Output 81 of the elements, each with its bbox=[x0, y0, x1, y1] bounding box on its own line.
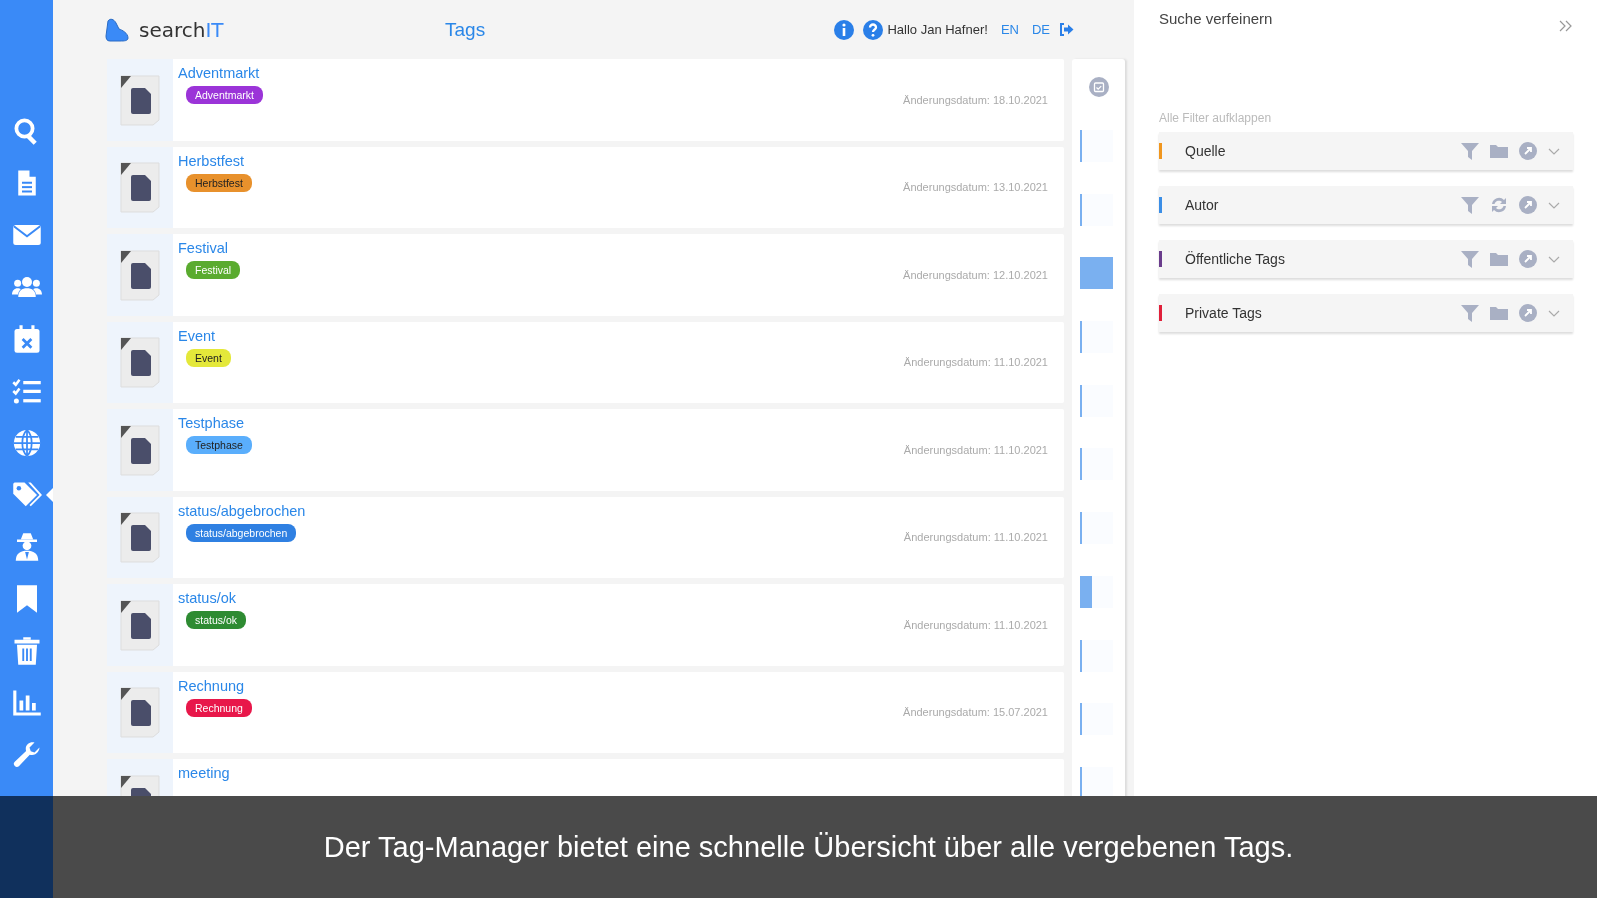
logout-icon[interactable] bbox=[1059, 23, 1074, 36]
tag-label[interactable]: Event bbox=[186, 348, 231, 367]
document-title[interactable]: Festival bbox=[178, 240, 228, 256]
tag-label[interactable]: Adventmarkt bbox=[186, 86, 263, 104]
open-link-icon[interactable] bbox=[1518, 249, 1538, 269]
filter-label: Private Tags bbox=[1185, 305, 1263, 321]
document-title[interactable]: Testphase bbox=[178, 415, 245, 431]
open-link-icon[interactable] bbox=[1518, 195, 1538, 215]
chevron-down-icon[interactable] bbox=[1547, 254, 1561, 264]
funnel-icon[interactable] bbox=[1460, 303, 1480, 323]
chart-icon bbox=[11, 688, 42, 718]
tag-label[interactable]: status/abgebrochen bbox=[186, 523, 297, 542]
panel-title: Suche verfeinern bbox=[1159, 10, 1273, 27]
document-title[interactable]: Herbstfest bbox=[178, 152, 245, 169]
modified-date: Änderungsdatum: 18.10.2021 bbox=[903, 93, 1049, 106]
document-title[interactable]: Rechnung bbox=[178, 677, 245, 694]
language-link[interactable]: DE bbox=[1031, 22, 1050, 37]
document-card[interactable]: status/ok status/ok Änderungsdatum: 11.10.2021 bbox=[107, 584, 1064, 666]
document-title[interactable]: meeting bbox=[178, 765, 230, 781]
info-icon[interactable] bbox=[834, 19, 855, 40]
tag-label[interactable]: Festival bbox=[186, 261, 241, 279]
modified-date: Änderungsdatum: 11.10.2021 bbox=[903, 618, 1049, 631]
list-icon bbox=[11, 376, 42, 406]
file-icon bbox=[117, 73, 163, 126]
funnel-icon[interactable] bbox=[1460, 141, 1480, 161]
funnel-icon[interactable] bbox=[1460, 249, 1480, 269]
logo-icon bbox=[105, 17, 131, 42]
document-card[interactable]: meeting bbox=[107, 759, 1064, 796]
document-card[interactable]: Event Event Änderungsdatum: 11.10.2021 bbox=[107, 321, 1064, 403]
document-card[interactable]: Adventmarkt Adventmarkt Änderungsdatum: 18.10.2021 bbox=[107, 59, 1064, 141]
filter-section[interactable]: Autor bbox=[1159, 186, 1573, 224]
tag-label[interactable]: Herbstfest bbox=[186, 173, 252, 192]
globe-icon bbox=[11, 428, 42, 458]
file-icon bbox=[117, 161, 163, 214]
file-icon bbox=[117, 336, 163, 389]
chevron-down-icon[interactable] bbox=[1547, 200, 1561, 210]
modified-date: Änderungsdatum: 11.10.2021 bbox=[903, 356, 1049, 369]
open-link-icon[interactable] bbox=[1518, 141, 1538, 161]
funnel-icon[interactable] bbox=[1460, 195, 1480, 215]
filter-label: Autor bbox=[1185, 197, 1220, 213]
filter-section[interactable]: Quelle bbox=[1159, 132, 1573, 170]
calendar-icon[interactable] bbox=[1089, 77, 1109, 97]
document-card[interactable]: Herbstfest Herbstfest Änderungsdatum: 13.10.2021 bbox=[107, 146, 1064, 228]
wrench-icon bbox=[11, 740, 42, 770]
refresh-icon[interactable] bbox=[1489, 195, 1509, 215]
filter-section[interactable]: Private Tags bbox=[1159, 294, 1573, 332]
modified-date: Änderungsdatum: 13.10.2021 bbox=[903, 181, 1049, 194]
calendar-icon bbox=[11, 324, 42, 354]
tag-label[interactable]: status/ok bbox=[186, 611, 247, 629]
document-card[interactable]: Festival Festival Änderungsdatum: 12.10.2021 bbox=[107, 234, 1064, 316]
user-greeting: Hallo Jan Hafner! bbox=[887, 22, 988, 37]
file-icon bbox=[117, 248, 163, 301]
document-title[interactable]: status/abgebrochen bbox=[178, 502, 306, 519]
collapse-icon[interactable] bbox=[1559, 19, 1573, 33]
document-title[interactable]: Adventmarkt bbox=[178, 65, 260, 81]
logo-text[interactable]: searchIT bbox=[139, 17, 224, 42]
document-card[interactable]: status/abgebrochen status/abgebrochen Änderungsdatum: 11.10.2021 bbox=[107, 496, 1064, 578]
file-icon bbox=[117, 423, 163, 476]
tag-label[interactable]: Rechnung bbox=[186, 698, 252, 717]
modified-date: Änderungsdatum: 11.10.2021 bbox=[903, 443, 1049, 456]
document-title[interactable]: Event bbox=[178, 327, 216, 344]
modified-date: Änderungsdatum: 11.10.2021 bbox=[903, 531, 1049, 544]
document-card[interactable]: Testphase Testphase Änderungsdatum: 11.10.2021 bbox=[107, 409, 1064, 491]
chevron-down-icon[interactable] bbox=[1547, 308, 1561, 318]
filter-label: Quelle bbox=[1185, 143, 1227, 159]
file-icon bbox=[117, 686, 163, 739]
file-icon bbox=[117, 598, 163, 651]
document-title[interactable]: status/ok bbox=[178, 590, 237, 606]
help-icon[interactable] bbox=[863, 19, 884, 40]
caption-text: Der Tag-Manager bietet eine schnelle Übersicht über alle vergebenen Tags. bbox=[323, 830, 1294, 864]
filter-section[interactable]: Öffentliche Tags bbox=[1159, 240, 1573, 278]
filter-label: Öffentliche Tags bbox=[1185, 251, 1286, 267]
file-icon bbox=[117, 511, 163, 564]
modified-date: Änderungsdatum: 15.07.2021 bbox=[903, 706, 1049, 719]
modified-date: Änderungsdatum: 12.10.2021 bbox=[903, 268, 1049, 281]
tag-label[interactable]: Testphase bbox=[186, 436, 252, 454]
open-link-icon[interactable] bbox=[1518, 303, 1538, 323]
language-link[interactable]: EN bbox=[1000, 22, 1019, 37]
document-card[interactable]: Rechnung Rechnung Änderungsdatum: 15.07.2021 bbox=[107, 671, 1064, 753]
chevron-down-icon[interactable] bbox=[1547, 146, 1561, 156]
page-title: Tags bbox=[445, 18, 487, 41]
